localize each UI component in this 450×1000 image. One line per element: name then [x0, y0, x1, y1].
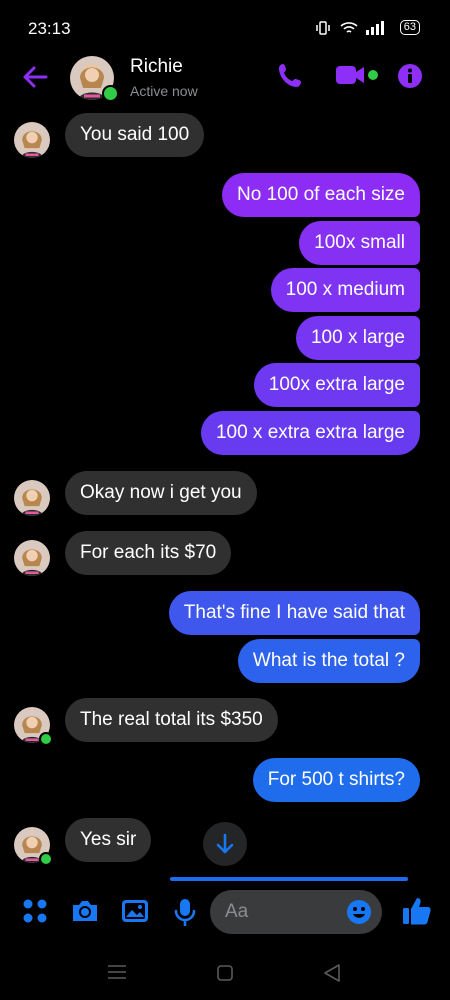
message-outgoing[interactable]: What is the total ? [237, 639, 420, 683]
sender-avatar [14, 540, 50, 576]
message-outgoing[interactable]: No 100 of each size [222, 173, 420, 217]
camera-icon[interactable] [71, 898, 99, 924]
message-incoming[interactable]: Yes sir [65, 818, 152, 862]
wifi-icon [340, 21, 358, 33]
emoji-icon[interactable] [346, 899, 372, 925]
online-indicator [39, 732, 53, 746]
status-time: 23:13 [28, 19, 71, 38]
message-outgoing[interactable]: 100 x large [295, 316, 420, 360]
online-indicator [39, 852, 53, 866]
sender-avatar [14, 480, 50, 516]
like-icon[interactable] [402, 896, 432, 926]
apps-icon[interactable] [22, 898, 48, 924]
message-incoming[interactable]: You said 100 [65, 113, 205, 157]
back-icon[interactable] [324, 964, 340, 982]
message-outgoing[interactable]: 100 x medium [270, 268, 420, 312]
info-icon[interactable] [397, 62, 423, 90]
message-input[interactable]: Aa [210, 890, 382, 934]
sender-avatar [14, 122, 50, 158]
signal-icon [365, 20, 384, 35]
online-indicator [102, 85, 119, 102]
presence-status: Active now [130, 83, 198, 99]
message-incoming[interactable]: For each its $70 [65, 531, 232, 575]
message-outgoing[interactable]: 100 x extra extra large [200, 411, 420, 455]
phone-icon[interactable] [278, 62, 304, 90]
message-outgoing[interactable]: For 500 t shirts? [252, 758, 420, 802]
composer-bar: Aa [0, 888, 450, 938]
recent-apps-icon[interactable] [108, 965, 126, 979]
status-icons: 63 [314, 20, 420, 35]
message-outgoing[interactable]: That's fine I have said that [168, 591, 420, 635]
vibrate-icon [316, 20, 330, 35]
arrow-down-icon [216, 833, 234, 854]
next-message-edge [170, 877, 408, 881]
message-input-placeholder: Aa [225, 901, 249, 922]
system-nav-bar [0, 955, 450, 990]
message-outgoing[interactable]: 100x extra large [253, 363, 420, 407]
status-bar: 23:13 63 [0, 0, 450, 56]
back-arrow-icon[interactable] [20, 62, 50, 92]
video-icon[interactable] [336, 62, 378, 90]
message-incoming[interactable]: The real total its $350 [65, 698, 278, 742]
battery-level: 63 [399, 20, 420, 35]
contact-name[interactable]: Richie [130, 56, 183, 78]
mic-icon[interactable] [174, 898, 196, 926]
gallery-icon[interactable] [121, 898, 149, 924]
message-incoming[interactable]: Okay now i get you [65, 471, 257, 515]
scroll-to-bottom-button[interactable] [203, 822, 247, 866]
home-icon[interactable] [217, 965, 233, 981]
chat-header: Richie Active now [0, 56, 450, 108]
message-outgoing[interactable]: 100x small [299, 221, 420, 265]
